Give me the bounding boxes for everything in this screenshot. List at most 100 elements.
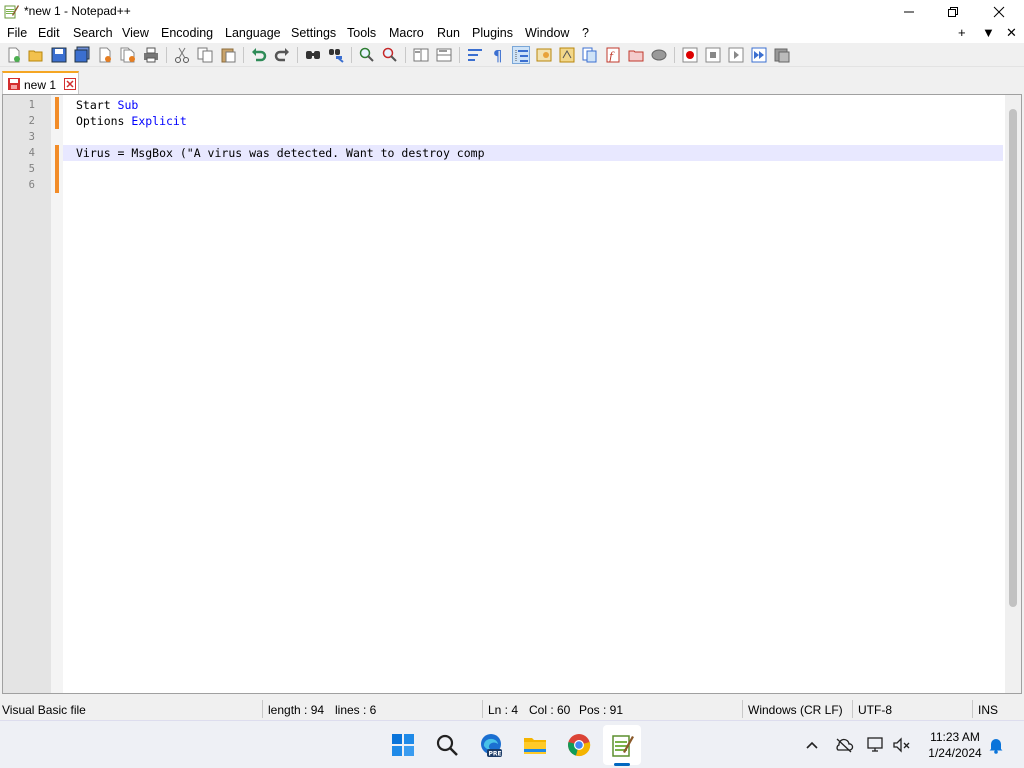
save-all-icon[interactable]	[73, 46, 91, 64]
status-separator	[262, 700, 263, 718]
playback-icon[interactable]	[727, 46, 745, 64]
new-file-icon[interactable]	[5, 46, 23, 64]
notification-bell-icon[interactable]	[986, 735, 1006, 755]
run-macro-multiple-icon[interactable]	[750, 46, 768, 64]
line-number: 1	[28, 99, 35, 111]
status-bar: Visual Basic file length : 94 lines : 6 …	[0, 697, 1024, 720]
toolbar-separator	[297, 47, 298, 63]
clock-date[interactable]: 1/24/2024	[920, 746, 990, 760]
status-line-number: Ln : 4	[488, 703, 519, 717]
onedrive-offline-icon[interactable]	[834, 735, 854, 755]
start-recording-icon[interactable]	[681, 46, 699, 64]
menu-bar: File Edit Search View Encoding Language …	[0, 23, 1024, 43]
paste-icon[interactable]	[219, 46, 237, 64]
status-insert-mode[interactable]: INS	[978, 703, 998, 717]
show-all-characters-icon[interactable]: ¶	[489, 46, 507, 64]
file-explorer-icon[interactable]	[520, 730, 550, 760]
status-encoding[interactable]: UTF-8	[858, 703, 892, 717]
replace-icon[interactable]	[327, 46, 345, 64]
zoom-in-icon[interactable]	[358, 46, 376, 64]
menu-search[interactable]: Search	[73, 26, 113, 40]
code-text-area[interactable]: Start Sub Options Explicit Virus = MsgBox …	[63, 95, 1003, 693]
menu-view[interactable]: View	[122, 26, 149, 40]
indent-guide-icon[interactable]	[512, 46, 530, 64]
menu-plugins[interactable]: Plugins	[472, 26, 513, 40]
minimize-button[interactable]	[886, 0, 932, 23]
print-icon[interactable]	[142, 46, 160, 64]
menu-help[interactable]: ?	[582, 26, 589, 40]
start-icon[interactable]	[388, 730, 418, 760]
menu-window[interactable]: Window	[525, 26, 569, 40]
tab-bar: new 1	[0, 67, 1024, 95]
monitoring-icon[interactable]	[650, 46, 668, 64]
minimize-icon	[904, 11, 914, 12]
copy-icon[interactable]	[196, 46, 214, 64]
status-separator	[742, 700, 743, 718]
close-document-icon[interactable]: ✕	[1006, 25, 1017, 41]
close-button[interactable]	[976, 0, 1022, 23]
code-text: Virus = MsgBox ("A virus was detected. W…	[76, 146, 485, 160]
close-icon	[993, 6, 1005, 17]
tab-close-icon[interactable]	[64, 78, 76, 90]
save-icon[interactable]	[50, 46, 68, 64]
close-all-icon[interactable]	[119, 46, 137, 64]
folder-as-workspace-icon[interactable]	[627, 46, 645, 64]
edge-beta-icon[interactable]: PRE	[476, 730, 506, 760]
volume-muted-icon[interactable]	[892, 735, 912, 755]
zoom-out-icon[interactable]	[381, 46, 399, 64]
status-position: Pos : 91	[579, 703, 624, 717]
user-defined-language-icon[interactable]	[535, 46, 553, 64]
network-icon[interactable]	[866, 735, 886, 755]
document-list-icon[interactable]	[581, 46, 599, 64]
menu-settings[interactable]: Settings	[291, 26, 336, 40]
tab-list-dropdown-icon[interactable]: ▼	[982, 25, 995, 40]
code-line: Options Explicit	[76, 113, 187, 129]
menu-macro[interactable]: Macro	[389, 26, 424, 40]
chrome-icon[interactable]	[564, 730, 594, 760]
word-wrap-icon[interactable]	[466, 46, 484, 64]
open-file-icon[interactable]	[27, 46, 45, 64]
new-tab-plus-icon[interactable]: +	[958, 25, 966, 40]
change-history-marker	[55, 145, 59, 193]
line-number: 3	[28, 131, 35, 143]
menu-tools[interactable]: Tools	[347, 26, 376, 40]
restore-button[interactable]	[930, 0, 976, 23]
menu-encoding[interactable]: Encoding	[161, 26, 213, 40]
redo-icon[interactable]	[273, 46, 291, 64]
undo-icon[interactable]	[250, 46, 268, 64]
title-bar: *new 1 - Notepad++	[0, 0, 1024, 23]
notepadpp-window: *new 1 - Notepad++ File Edit Search View…	[0, 0, 1024, 768]
vertical-scrollbar[interactable]	[1005, 95, 1021, 693]
notepadpp-icon[interactable]	[607, 730, 637, 760]
clock-time[interactable]: 11:23 AM	[920, 730, 990, 744]
sync-vertical-scroll-icon[interactable]	[412, 46, 430, 64]
close-file-icon[interactable]	[96, 46, 114, 64]
show-hidden-icons-chevron-icon[interactable]	[802, 735, 822, 755]
menu-edit[interactable]: Edit	[38, 26, 60, 40]
status-separator	[852, 700, 853, 718]
status-lines: lines : 6	[335, 703, 377, 717]
toolbar-separator	[243, 47, 244, 63]
line-number-gutter: 1 2 3 4 5 6	[3, 95, 51, 693]
status-eol-format[interactable]: Windows (CR LF)	[748, 703, 843, 717]
toolbar: ¶ f	[0, 43, 1024, 67]
status-separator	[482, 700, 483, 718]
menu-language[interactable]: Language	[225, 26, 281, 40]
scrollbar-thumb[interactable]	[1009, 109, 1017, 607]
find-icon[interactable]	[304, 46, 322, 64]
tab-new-1[interactable]: new 1	[2, 71, 79, 95]
cut-icon[interactable]	[173, 46, 191, 64]
line-number: 4	[28, 147, 35, 159]
code-text: Options	[76, 114, 132, 128]
search-icon[interactable]	[432, 730, 462, 760]
svg-text:PRE: PRE	[489, 751, 502, 758]
editor-pane[interactable]: 123456 Start Sub Options Explicit Virus = …	[2, 94, 1022, 694]
save-macro-icon[interactable]	[773, 46, 791, 64]
code-line: Start Sub	[76, 97, 138, 113]
menu-run[interactable]: Run	[437, 26, 460, 40]
function-list-icon[interactable]: f	[604, 46, 622, 64]
sync-horizontal-scroll-icon[interactable]	[435, 46, 453, 64]
menu-file[interactable]: File	[7, 26, 27, 40]
document-map-icon[interactable]	[558, 46, 576, 64]
stop-recording-icon[interactable]	[704, 46, 722, 64]
